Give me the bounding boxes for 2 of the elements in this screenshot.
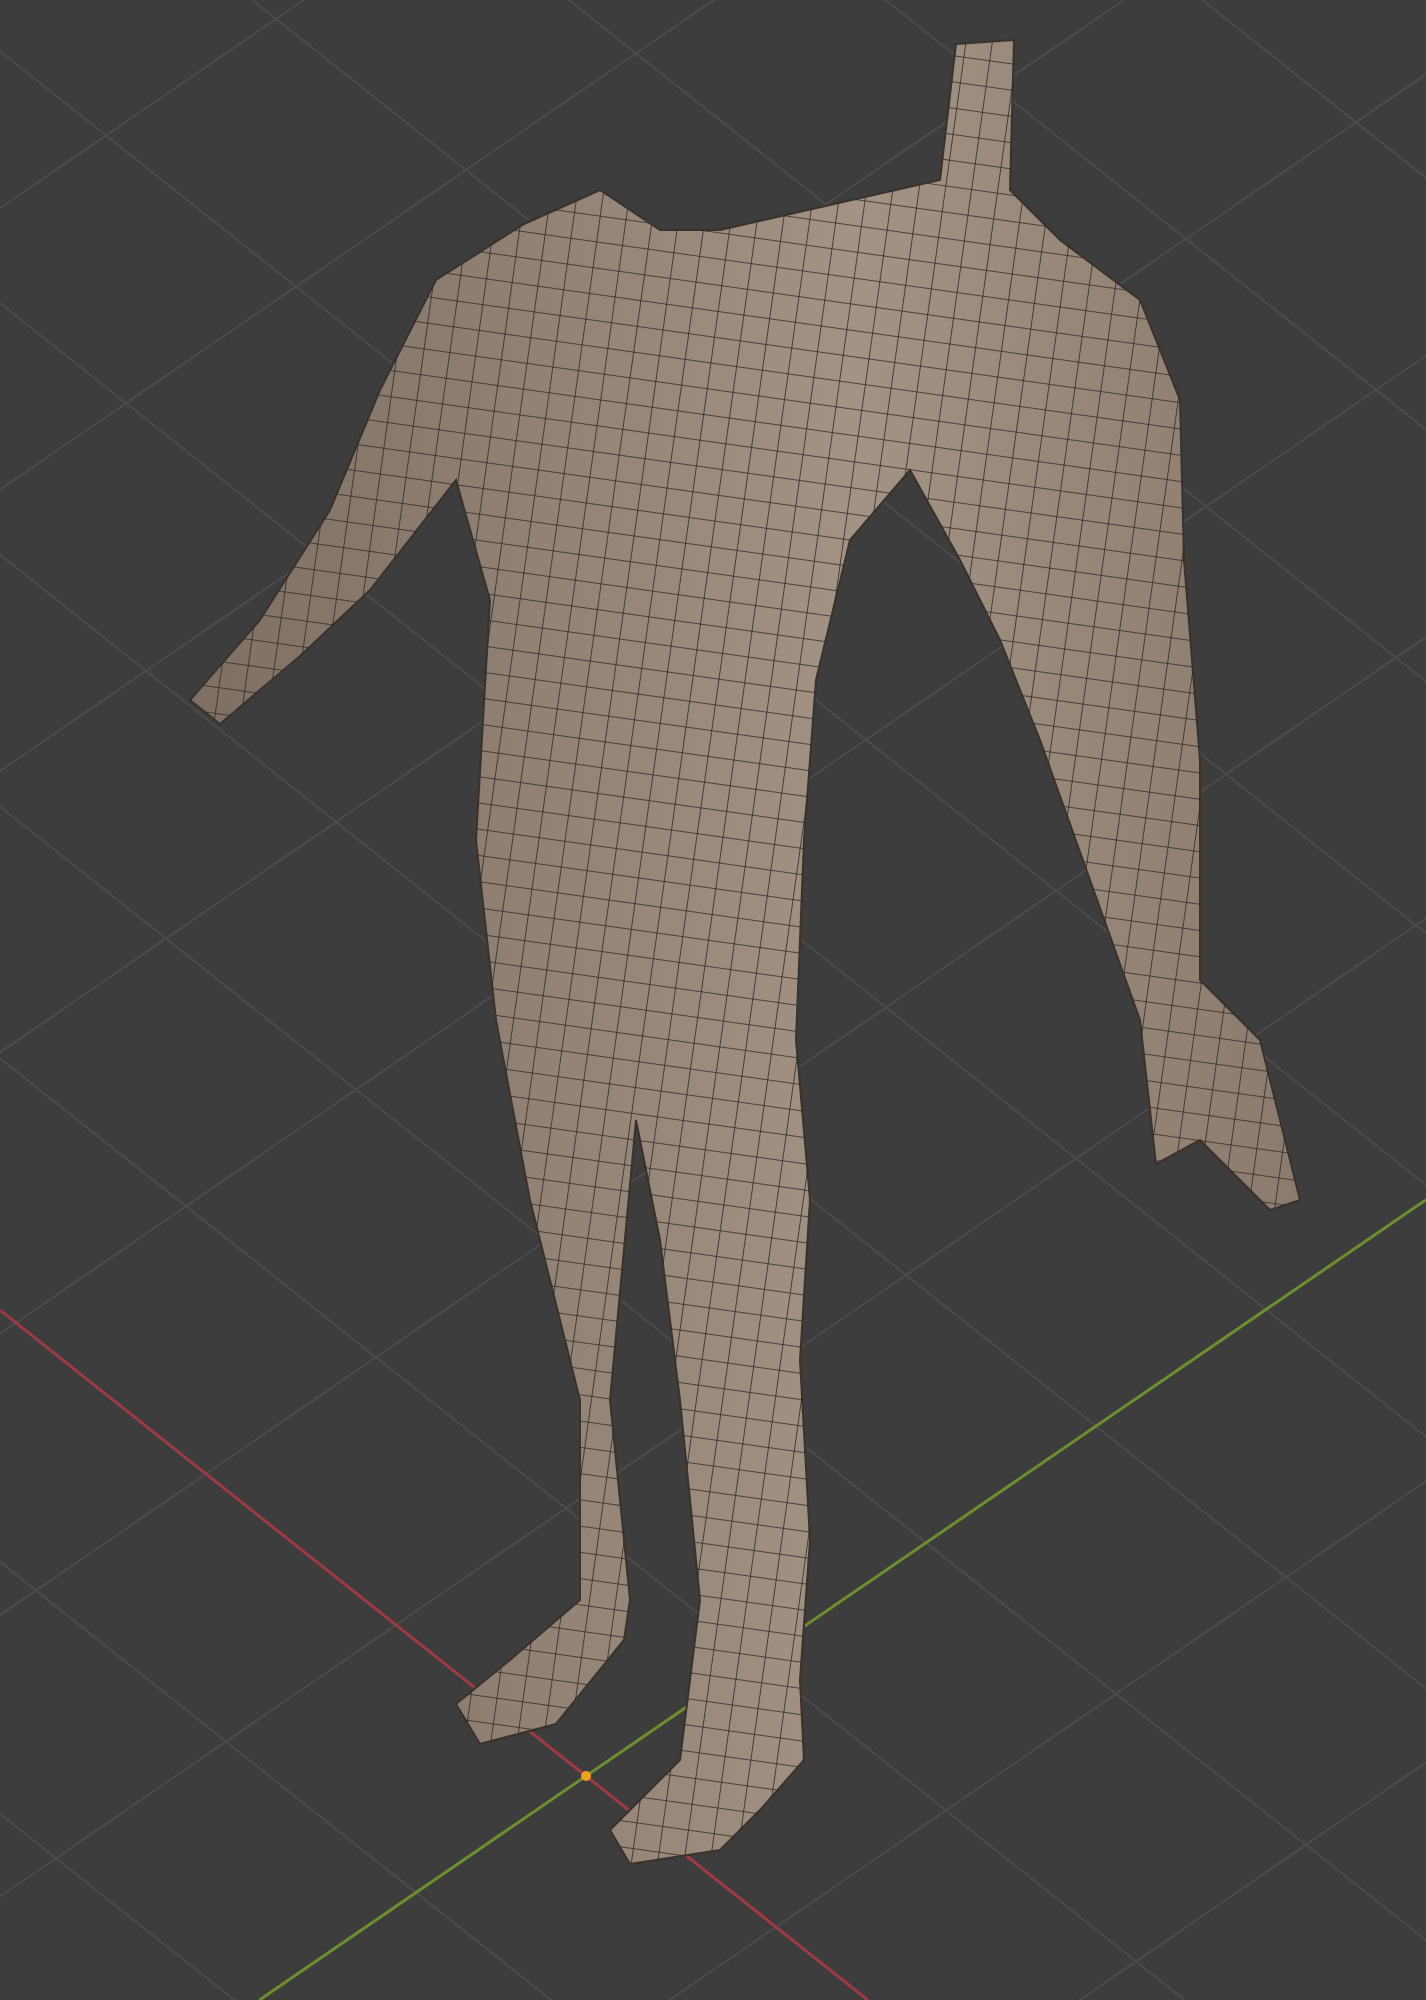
- human-mesh-drawing[interactable]: [188, 38, 1302, 1866]
- origin-point: [581, 1771, 591, 1781]
